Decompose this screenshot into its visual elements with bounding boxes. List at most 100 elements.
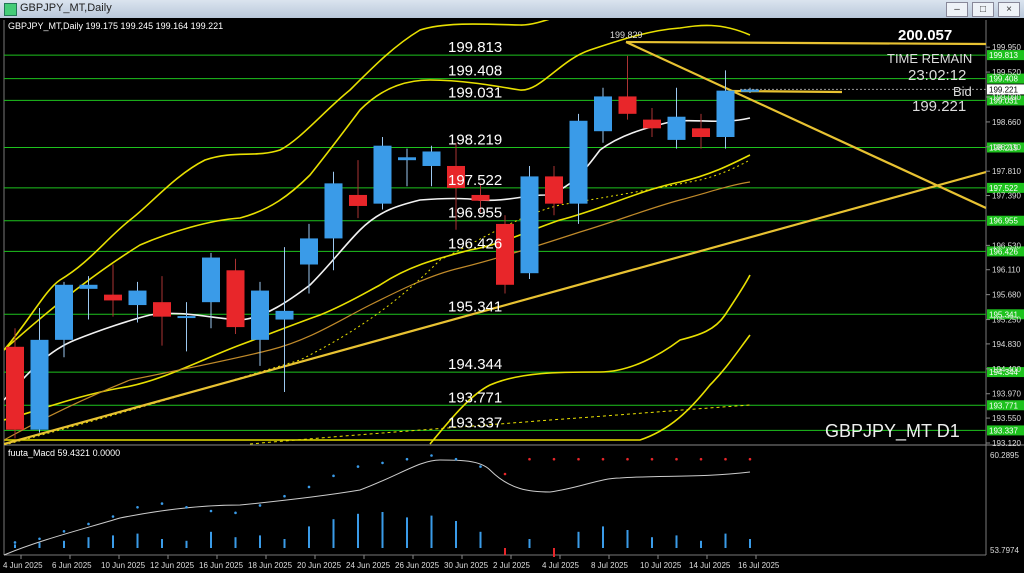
current-price-tag-label: 199.221 — [989, 85, 1018, 94]
bull-candle-body — [716, 90, 735, 137]
macd-signal-dot — [209, 509, 213, 513]
price-tick-label: 198.660 — [992, 118, 1021, 127]
level-line-label: 196.426 — [448, 235, 502, 252]
bear-candle-body — [104, 294, 122, 301]
macd-histogram-bar — [626, 530, 629, 548]
date-tick-label: 4 Jul 2025 — [542, 561, 579, 570]
macd-histogram-bar — [234, 537, 237, 548]
indicator-lines-group — [4, 20, 986, 445]
macd-histogram-bar — [381, 512, 384, 548]
date-tick-label: 26 Jun 2025 — [395, 561, 440, 570]
date-tick-label: 4 Jun 2025 — [3, 561, 43, 570]
close-button[interactable]: × — [998, 2, 1020, 17]
macd-signal-dot — [332, 474, 335, 478]
minimize-button[interactable]: – — [946, 2, 968, 17]
time-remain-label: TIME REMAIN — [887, 51, 973, 66]
bull-candle-body — [398, 157, 416, 161]
price-tick-label: 194.830 — [992, 340, 1021, 349]
macd-signal-line — [3, 459, 751, 556]
level-axis-tag-label: 193.771 — [989, 401, 1018, 410]
bull-candle-body — [422, 151, 441, 166]
macd-histogram-bar — [87, 537, 90, 548]
lower-band-line — [4, 334, 751, 441]
chart-canvas[interactable]: 199.813 199.813 199.408 199.408 199.031 199.0… — [0, 18, 1024, 573]
macd-signal-dot — [748, 457, 752, 461]
bear-candle-body — [545, 176, 563, 204]
macd-signal-dot — [699, 457, 703, 461]
macd-signal-dot — [675, 457, 678, 461]
macd-signal-dot — [405, 457, 409, 461]
level-line-label: 197.522 — [448, 172, 502, 189]
macd-signal-dot — [111, 515, 115, 518]
bull-candle-body — [275, 310, 294, 320]
chart-window-icon — [4, 3, 17, 16]
macd-signal-dot — [160, 502, 164, 505]
bear-candle-body — [471, 194, 490, 201]
bull-candle-body — [55, 284, 73, 340]
bull-candle-body — [594, 96, 612, 132]
date-axis-group: 4 Jun 2025 6 Jun 2025 10 Jun 2025 12 Jun 20… — [3, 555, 780, 570]
date-tick-label: 20 Jun 2025 — [297, 561, 342, 570]
time-remain-value: 23:02:12 — [908, 67, 967, 84]
bid-value: 199.221 — [912, 98, 967, 115]
macd-histogram-bar — [112, 535, 114, 548]
price-tick-label: 193.970 — [992, 390, 1021, 399]
price-tick-label: 198.230 — [992, 143, 1021, 152]
macd-signal-dot — [626, 457, 629, 461]
bull-candle-body — [520, 176, 539, 274]
date-tick-label: 8 Jul 2025 — [591, 561, 628, 570]
date-tick-label: 12 Jun 2025 — [150, 561, 195, 570]
macd-histogram-bar — [210, 531, 212, 548]
macd-signal-dot — [62, 530, 66, 533]
bull-candle-body — [128, 290, 147, 306]
macd-signal-dot — [307, 485, 311, 489]
macd-histogram-bar — [479, 531, 482, 548]
macd-histogram-bar — [332, 519, 335, 548]
macd-signal-dot — [185, 506, 188, 509]
level-axis-tag-label: 193.337 — [989, 426, 1018, 435]
macd-histogram-bar — [724, 533, 727, 548]
bear-candle-body — [349, 194, 367, 206]
price-tick-label: 195.680 — [992, 291, 1021, 300]
price-tick-label: 194.400 — [992, 365, 1021, 374]
macd-histogram-bar — [651, 537, 653, 548]
level-line-label: 199.408 — [448, 63, 502, 80]
bear-candle-body — [6, 346, 24, 430]
macd-signal-dot — [528, 457, 531, 461]
macd-signal-dot — [38, 537, 41, 541]
macd-histogram-bar — [528, 539, 531, 548]
bull-candle-body — [300, 238, 318, 265]
window-titlebar: GBPJPY_MT,Daily – □ × — [0, 0, 1024, 19]
price-tick-label: 195.250 — [992, 316, 1021, 325]
macd-signal-dot — [356, 465, 360, 468]
macd-histogram-bar — [63, 540, 65, 548]
macd-histogram-bar — [430, 515, 433, 548]
level-line-label: 193.771 — [448, 389, 502, 406]
macd-signal-dot — [724, 457, 727, 461]
bull-candle-body — [177, 316, 196, 319]
level-axis-tag-label: 196.955 — [989, 217, 1018, 226]
bull-candle-body — [667, 116, 686, 140]
date-tick-label: 24 Jun 2025 — [346, 561, 391, 570]
macd-histogram-bar — [308, 526, 310, 548]
macd-signal-dot — [430, 454, 433, 457]
date-tick-label: 16 Jun 2025 — [199, 561, 244, 570]
bull-candle-body — [79, 284, 98, 289]
price-chart-svg[interactable]: 199.813 199.813199.408 199.408199.031 199.0… — [0, 18, 1024, 573]
macd-histogram-bar — [749, 539, 751, 548]
macd-signal-dot — [503, 472, 507, 476]
macd-histogram-bar — [553, 548, 555, 557]
bear-candle-body — [153, 302, 171, 317]
price-tick-label: 197.810 — [992, 167, 1021, 176]
macd-histogram-bar — [38, 542, 41, 548]
high-marker-label: 199.829 — [610, 30, 643, 40]
bid-label: Bid — [953, 84, 972, 99]
macd-histogram-bar — [406, 517, 408, 548]
price-tick-label: 193.120 — [992, 439, 1021, 448]
macd-signal-dot — [136, 506, 139, 509]
macd-signal-dot — [87, 522, 90, 526]
macd-group: 60.2895 53.7974 — [3, 451, 1019, 557]
maximize-button[interactable]: □ — [972, 2, 994, 17]
date-tick-label: 14 Jul 2025 — [689, 561, 731, 570]
macd-signal-dot — [479, 465, 482, 468]
